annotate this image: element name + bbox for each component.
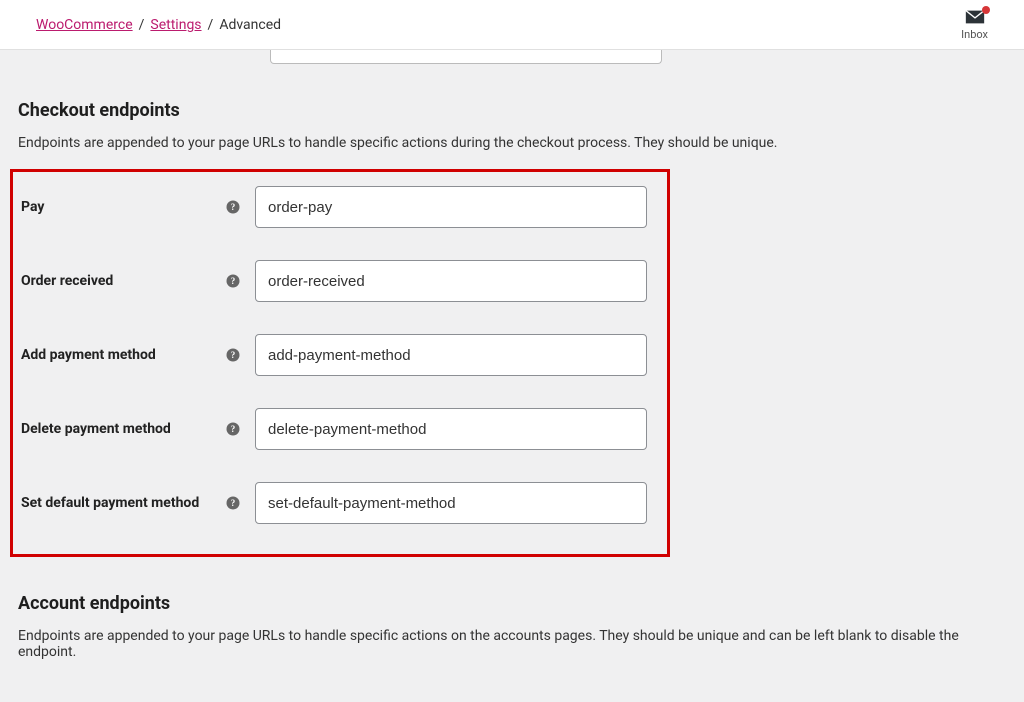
order-received-endpoint-input[interactable]: [255, 260, 647, 302]
field-label-text: Set default payment method: [21, 495, 199, 511]
set-default-payment-method-endpoint-input[interactable]: [255, 482, 647, 524]
breadcrumb: WooCommerce / Settings / Advanced: [36, 17, 281, 33]
field-row-delete-payment-method: Delete payment method ?: [13, 408, 657, 450]
add-payment-method-endpoint-input[interactable]: [255, 334, 647, 376]
breadcrumb-current: Advanced: [219, 17, 281, 33]
account-endpoints-heading: Account endpoints: [18, 593, 1006, 614]
checkout-endpoints-heading: Checkout endpoints: [18, 100, 1006, 121]
field-label: Pay ?: [21, 199, 255, 215]
pay-endpoint-input[interactable]: [255, 186, 647, 228]
field-label: Order received ?: [21, 273, 255, 289]
svg-text:?: ?: [231, 276, 236, 286]
field-label-text: Add payment method: [21, 347, 156, 363]
field-row-pay: Pay ?: [13, 186, 657, 228]
field-label-text: Pay: [21, 199, 44, 215]
content-area: Checkout endpoints Endpoints are appende…: [0, 50, 1024, 702]
notification-dot: [982, 6, 990, 14]
account-endpoints-description: Endpoints are appended to your page URLs…: [18, 628, 1006, 660]
svg-text:?: ?: [231, 202, 236, 212]
help-icon[interactable]: ?: [225, 199, 241, 215]
inbox-label: Inbox: [961, 28, 988, 41]
help-icon[interactable]: ?: [225, 273, 241, 289]
field-label-text: Delete payment method: [21, 421, 171, 437]
field-label-text: Order received: [21, 273, 113, 289]
breadcrumb-parent-link[interactable]: Settings: [150, 17, 201, 33]
help-icon[interactable]: ?: [225, 421, 241, 437]
svg-text:?: ?: [231, 498, 236, 508]
checkout-endpoints-highlight-box: Pay ? Order received ? Add payment metho…: [10, 169, 670, 557]
help-icon[interactable]: ?: [225, 347, 241, 363]
field-row-order-received: Order received ?: [13, 260, 657, 302]
help-icon[interactable]: ?: [225, 495, 241, 511]
svg-text:?: ?: [231, 350, 236, 360]
field-row-set-default-payment-method: Set default payment method ?: [13, 482, 657, 524]
top-bar: WooCommerce / Settings / Advanced Inbox: [0, 0, 1024, 50]
previous-section-input-cut: [270, 50, 662, 64]
breadcrumb-separator: /: [139, 17, 145, 33]
svg-text:?: ?: [231, 424, 236, 434]
field-label: Add payment method ?: [21, 347, 255, 363]
inbox-button[interactable]: Inbox: [961, 8, 988, 41]
field-label: Delete payment method ?: [21, 421, 255, 437]
breadcrumb-root-link[interactable]: WooCommerce: [36, 17, 133, 33]
breadcrumb-separator: /: [208, 17, 214, 33]
checkout-endpoints-description: Endpoints are appended to your page URLs…: [18, 135, 1006, 151]
field-row-add-payment-method: Add payment method ?: [13, 334, 657, 376]
delete-payment-method-endpoint-input[interactable]: [255, 408, 647, 450]
field-label: Set default payment method ?: [21, 495, 255, 511]
